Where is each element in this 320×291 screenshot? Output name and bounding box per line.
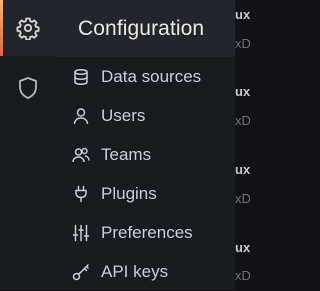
background-content: ux xD ux xD ux xD ux xD (235, 0, 250, 290)
background-text: ux (235, 7, 250, 22)
menu-item-label: Users (101, 105, 146, 125)
users-icon (72, 146, 90, 164)
background-text: xD (235, 113, 250, 128)
menu-item-label: Plugins (101, 183, 157, 203)
plug-icon (72, 185, 90, 203)
menu-item-data-sources[interactable]: Data sources (56, 57, 235, 96)
menu-item-api-keys[interactable]: API keys (56, 252, 235, 291)
menu-item-users[interactable]: Users (56, 96, 235, 135)
user-icon (72, 107, 90, 125)
menu-title[interactable]: Configuration (56, 0, 235, 57)
menu-item-plugins[interactable]: Plugins (56, 174, 235, 213)
background-text: xD (235, 36, 250, 51)
menu-item-label: API keys (101, 261, 169, 281)
menu-item-preferences[interactable]: Preferences (56, 213, 235, 252)
background-text: ux (235, 84, 250, 99)
database-icon (72, 68, 90, 86)
sliders-icon (72, 224, 90, 242)
background-text: xD (235, 268, 250, 283)
sidebar-item-shield[interactable] (0, 33, 56, 99)
menu-item-teams[interactable]: Teams (56, 135, 235, 174)
menu-item-label: Teams (101, 144, 152, 164)
sidebar (0, 0, 56, 290)
background-text: ux (235, 162, 250, 177)
background-text: ux (235, 240, 250, 255)
shield-icon (19, 76, 37, 99)
key-icon (72, 263, 90, 281)
configuration-menu: Configuration Data sources Users Teams P… (56, 0, 235, 290)
background-text: xD (235, 191, 250, 206)
menu-item-label: Data sources (101, 66, 202, 86)
menu-item-label: Preferences (101, 222, 193, 242)
